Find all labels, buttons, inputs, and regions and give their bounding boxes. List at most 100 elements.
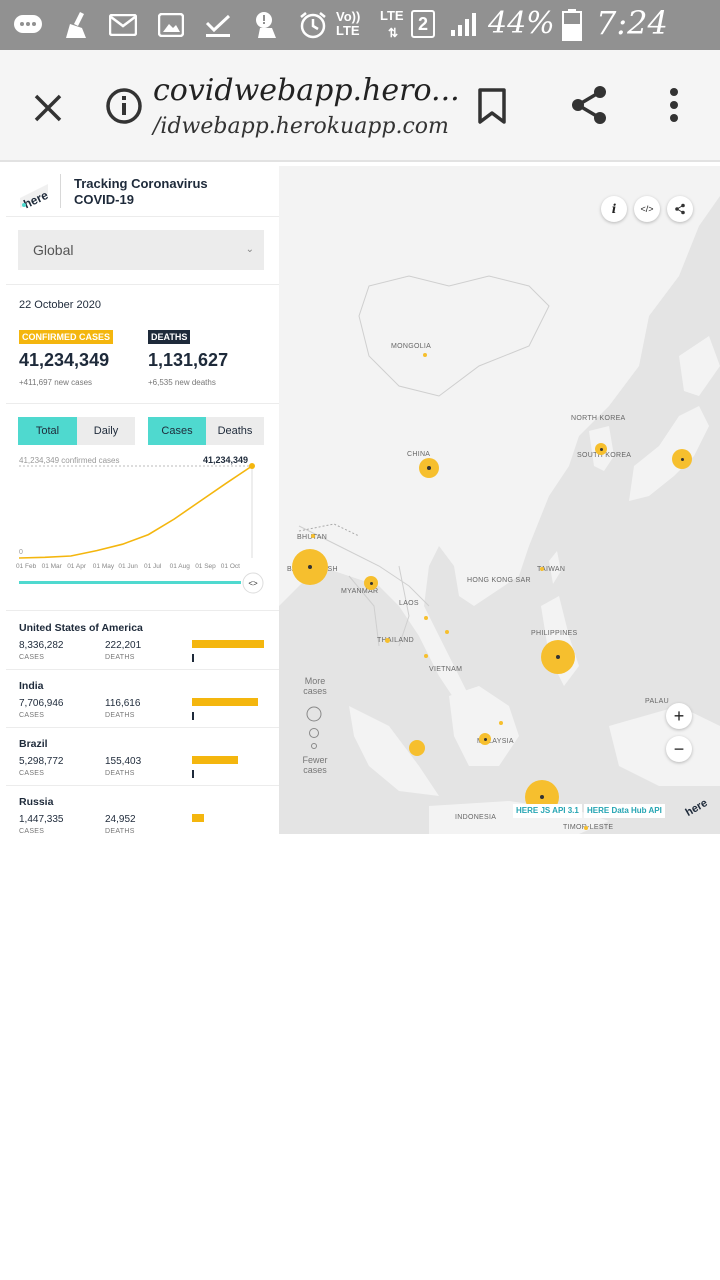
- map-label-timor-leste: TIMOR-LESTE: [563, 824, 614, 831]
- bubble-center: [599, 447, 603, 451]
- bubble-bangladesh[interactable]: [292, 549, 328, 585]
- country-cases-bar: [192, 640, 264, 648]
- page-title[interactable]: covidwebapp.hero...: [153, 73, 460, 108]
- map-view[interactable]: i </> MONGOLIA NORTH KOREA SOUTH KOREA CHIN…: [279, 166, 720, 834]
- tab-total[interactable]: Total: [18, 417, 77, 445]
- map-label-indonesia: INDONESIA: [455, 814, 497, 821]
- bubble-south-korea[interactable]: [595, 443, 607, 455]
- page-url[interactable]: /idwebapp.herokuapp.com: [153, 114, 449, 139]
- zoom-out-button[interactable]: −: [666, 736, 692, 762]
- tab-cases[interactable]: Cases: [148, 417, 206, 445]
- bubble-singapore[interactable]: [409, 740, 425, 756]
- country-deaths-bar: [192, 654, 194, 662]
- tab-deaths[interactable]: Deaths: [206, 417, 264, 445]
- bookmark-icon: [478, 88, 506, 124]
- here-logo: here: [18, 180, 51, 211]
- header-divider: [60, 174, 61, 208]
- code-icon: </>: [640, 204, 654, 214]
- web-content: here Tracking Coronavirus COVID-19 Globa…: [6, 166, 720, 834]
- bubble-center: [680, 457, 684, 461]
- bookmark-button[interactable]: [470, 84, 514, 128]
- chart-series-line: [18, 465, 253, 559]
- bubble-vietnam[interactable]: [424, 654, 428, 658]
- network-type-text: Vo)) LTE: [336, 9, 361, 38]
- bubble-center: [427, 466, 431, 470]
- country-deaths: 155,403: [105, 756, 142, 767]
- bubble-brunei[interactable]: [499, 721, 503, 725]
- region-select-value: Global: [33, 242, 74, 258]
- minus-icon: −: [673, 738, 685, 759]
- close-icon: [34, 94, 62, 122]
- bubble-philippines[interactable]: [541, 640, 575, 674]
- header-rule: [6, 216, 279, 217]
- country-cases-bar: [192, 756, 238, 764]
- alert-app-icon: [250, 8, 282, 42]
- chart-range-slider: [19, 581, 241, 584]
- country-cases-label: CASES: [19, 828, 45, 834]
- map-share-button[interactable]: [667, 196, 693, 222]
- bubble-laos[interactable]: [424, 616, 428, 620]
- deaths-total: 1,131,627: [148, 350, 229, 370]
- app-title: Tracking Coronavirus COVID-19: [74, 176, 208, 207]
- more-vert-icon: [670, 88, 678, 122]
- chart-tick-label: 01 Jul: [144, 563, 162, 570]
- share-icon: [675, 203, 685, 215]
- bubble-timor-leste[interactable]: [584, 826, 588, 830]
- share-button[interactable]: [566, 82, 612, 128]
- chat-icon: [12, 8, 44, 42]
- menu-button[interactable]: [658, 82, 690, 128]
- sidebar: here Tracking Coronavirus COVID-19 Globa…: [6, 166, 279, 834]
- bubble-taiwan[interactable]: [540, 567, 544, 571]
- country-name: Brazil: [19, 738, 48, 750]
- map-info-button[interactable]: i: [601, 196, 627, 222]
- zoom-in-button[interactable]: +: [666, 703, 692, 729]
- chart-tick-label: 01 May: [93, 563, 115, 570]
- bubble-bhutan[interactable]: [311, 534, 315, 538]
- bubble-china[interactable]: [419, 458, 439, 478]
- here-data-hub-link[interactable]: HERE Data Hub API: [584, 804, 665, 818]
- chart-tick-label: 01 Aug: [170, 563, 191, 570]
- battery-percent: 44%: [488, 6, 555, 41]
- country-cases-label: CASES: [19, 770, 45, 777]
- country-deaths-label: DEATHS: [105, 712, 135, 719]
- site-info-button[interactable]: [102, 84, 146, 128]
- confirmed-total: 41,234,349: [19, 350, 110, 370]
- bubble-thailand[interactable]: [385, 638, 390, 643]
- info-icon: i: [611, 202, 617, 216]
- close-tab-button[interactable]: [26, 86, 70, 130]
- bubble-center: [556, 655, 560, 659]
- tab-daily[interactable]: Daily: [77, 417, 135, 445]
- map-label-palau: PALAU: [645, 698, 669, 705]
- alarm-icon: [296, 8, 330, 42]
- battery-icon: [560, 8, 584, 42]
- here-js-api-link[interactable]: HERE JS API 3.1: [513, 804, 582, 818]
- cases-chart: 41,234,349 confirmed cases 41,234,349 0 01 …: [6, 452, 279, 602]
- bubble-center: [308, 565, 312, 569]
- country-row[interactable]: United States of America 8,336,282 CASES 22…: [6, 612, 279, 670]
- bubble-center: [483, 737, 487, 741]
- bubble-mongolia[interactable]: [423, 353, 427, 357]
- country-name: Russia: [19, 796, 54, 808]
- map-embed-button[interactable]: </>: [634, 196, 660, 222]
- info-icon: [106, 88, 142, 124]
- country-cases: 8,336,282: [19, 640, 64, 651]
- country-cases: 5,298,772: [19, 756, 64, 767]
- country-deaths: 116,616: [105, 698, 141, 709]
- country-row[interactable]: India 7,706,946 CASES 116,616 DEATHS: [6, 670, 279, 728]
- chart-point: [249, 463, 255, 469]
- chart-tick-label: 01 Feb: [16, 563, 37, 570]
- region-select[interactable]: Global ⌄: [18, 230, 264, 270]
- bubble-vietnam-north[interactable]: [445, 630, 449, 634]
- plus-icon: +: [673, 705, 685, 726]
- bubble-malaysia[interactable]: [479, 733, 491, 745]
- country-deaths: 24,952: [105, 814, 136, 825]
- bubble-myanmar[interactable]: [364, 576, 378, 590]
- logo-text: here: [21, 188, 50, 210]
- cleaner-icon: [60, 8, 94, 42]
- chart-tick-label: 01 Apr: [67, 563, 87, 570]
- country-row[interactable]: Brazil 5,298,772 CASES 155,403 DEATHS: [6, 728, 279, 786]
- map-label-mongolia: MONGOLIA: [391, 343, 432, 350]
- bubble-japan[interactable]: [672, 449, 692, 469]
- chart-max-label-right: 41,234,349: [203, 455, 248, 465]
- country-row[interactable]: Russia 1,447,335 CASES 24,952 DEATHS: [6, 786, 279, 834]
